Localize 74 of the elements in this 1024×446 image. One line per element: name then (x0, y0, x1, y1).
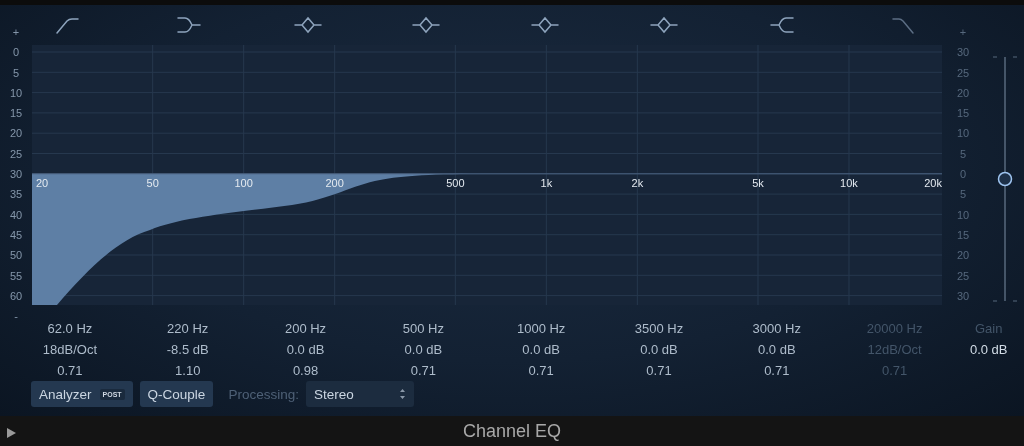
axis-label: 50 (9, 248, 23, 264)
frequency-value[interactable]: 500 Hz (402, 318, 444, 339)
gain-label: Gain (975, 320, 1003, 338)
axis-label: 30 (9, 167, 23, 183)
gain-value[interactable]: 0.0 dB (640, 339, 678, 360)
axis-label: 5 (959, 187, 967, 203)
axis-label: 0 (959, 167, 967, 183)
axis-label: 30 (956, 45, 970, 61)
frequency-label: 5k (752, 176, 764, 189)
axis-label: 15 (956, 227, 970, 243)
axis-label: 55 (9, 268, 23, 284)
q-value[interactable]: 0.71 (646, 360, 672, 381)
q-value[interactable]: 0.71 (528, 360, 554, 381)
slider-thumb[interactable] (997, 171, 1013, 187)
gain-value[interactable]: 0.0 dB (522, 339, 560, 360)
peak-curve-icon[interactable] (530, 15, 561, 35)
frequency-label: 20k (924, 176, 942, 189)
frequency-value[interactable]: 62.0 Hz (47, 318, 93, 339)
gain-value[interactable]: -8.5 dB (166, 339, 209, 360)
axis-label: 0 (12, 45, 20, 61)
axis-label: 60 (9, 288, 23, 304)
q-value[interactable]: 0.98 (292, 360, 319, 381)
axis-label: 10 (956, 207, 970, 223)
axis-label: 10 (956, 126, 970, 142)
frequency-value[interactable]: 1000 Hz (516, 318, 566, 339)
frequency-label: 200 (325, 176, 344, 189)
frequency-label: 2k (631, 176, 644, 189)
peak-curve-icon[interactable] (648, 15, 679, 35)
q-value[interactable]: 0.71 (764, 360, 790, 381)
peak-curve-icon[interactable] (411, 15, 442, 35)
axis-label: 25 (956, 268, 970, 284)
frequency-label: 20 (36, 176, 49, 189)
processing-label: Processing: (228, 386, 299, 402)
frequency-label: 100 (234, 176, 253, 189)
frequency-label: 50 (146, 176, 159, 189)
gain-value[interactable]: 0.0 dB (404, 339, 443, 360)
frequency-label: 500 (446, 176, 465, 189)
axis-label: 25 (9, 146, 23, 162)
axis-label: - (14, 309, 18, 325)
axis-label: 40 (9, 207, 23, 223)
processing-select[interactable]: Stereo (305, 381, 414, 407)
q-couple-button[interactable]: Q-Couple (139, 381, 214, 407)
frequency-label: 1k (540, 176, 553, 189)
axis-label: + (959, 25, 967, 40)
frequency-label: 10k (840, 176, 858, 189)
axis-label: + (12, 25, 20, 40)
plugin-title: Channel EQ (462, 420, 562, 442)
q-value[interactable]: 0.71 (57, 360, 83, 381)
frequency-value[interactable]: 3500 Hz (634, 318, 684, 339)
axis-label: 5 (959, 146, 967, 162)
axis-label: 20 (956, 85, 970, 101)
axis-label: 5 (12, 65, 20, 81)
gain-value[interactable]: 0.0 dB (758, 339, 796, 360)
axis-label: 35 (9, 187, 23, 203)
peak-curve-icon[interactable] (292, 15, 323, 35)
play-icon[interactable] (7, 428, 16, 438)
axis-label: 20 (9, 126, 23, 142)
axis-label: 15 (956, 106, 970, 122)
axis-label: 15 (9, 106, 23, 122)
q-value[interactable]: 0.71 (410, 360, 436, 381)
axis-label: 30 (956, 288, 970, 304)
frequency-value[interactable]: 200 Hz (284, 318, 327, 339)
frequency-value[interactable]: 220 Hz (167, 318, 209, 339)
axis-label: 20 (956, 248, 970, 264)
axis-label: 25 (956, 65, 970, 81)
axis-label: 10 (9, 85, 23, 101)
eq-graph[interactable]: 20 50 100 200 500 1k 2k 5k 10k 20k (32, 45, 942, 305)
gain-value[interactable]: 18dB/Oct (42, 339, 97, 360)
frequency-value[interactable]: 3000 Hz (752, 318, 801, 339)
stepper-icon (398, 388, 406, 400)
axis-label: 45 (9, 227, 23, 243)
q-value[interactable]: 1.10 (175, 360, 201, 381)
gain-value[interactable]: 0.0 dB (286, 339, 325, 360)
gain-value[interactable]: 0.0 dB (969, 339, 1008, 360)
